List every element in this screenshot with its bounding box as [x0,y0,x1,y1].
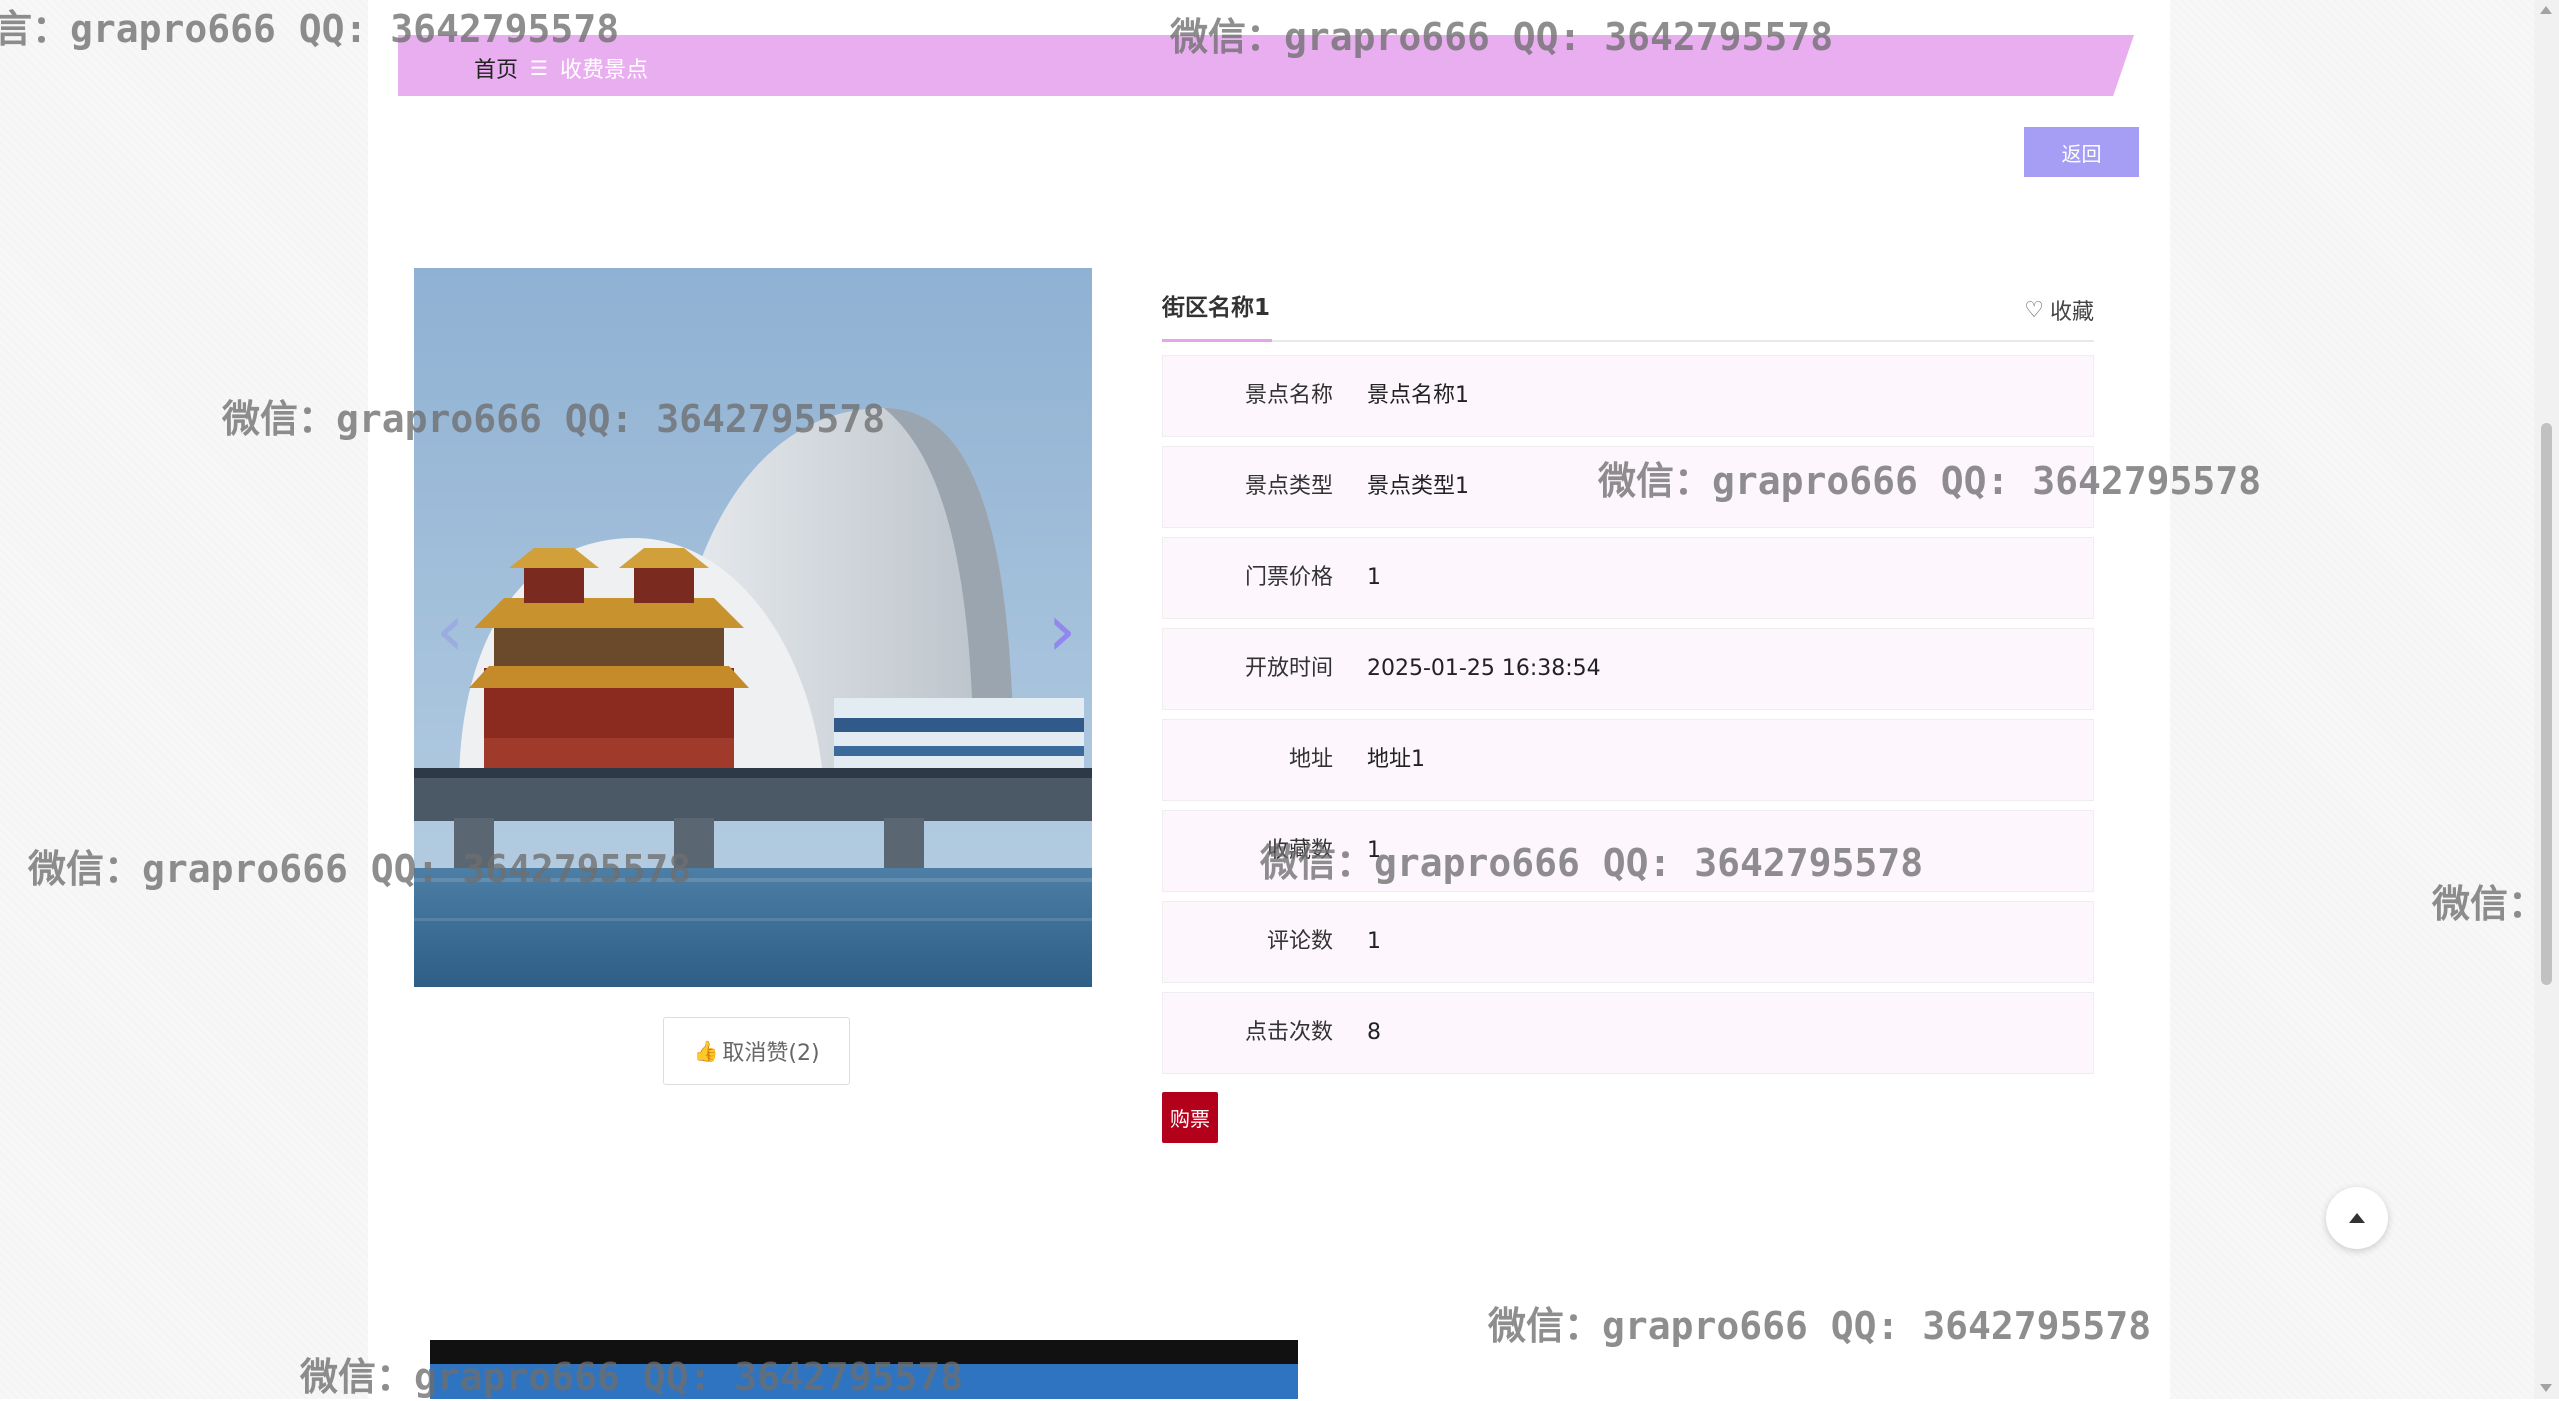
info-label: 收藏数 [1266,838,1333,863]
favorite-button[interactable]: ♡ 收藏 [2024,294,2094,326]
thumbs-up-icon: 👍 [693,1039,719,1063]
info-row-name: 景点名称 景点名称1 [1162,355,2094,437]
breadcrumb-home-link[interactable]: 首页 [474,52,518,84]
info-label: 景点类型 [1244,474,1333,499]
info-label: 地址 [1288,747,1333,772]
scroll-up-arrow-icon[interactable] [2540,6,2552,14]
info-value: 8 [1367,1020,1381,1045]
info-label: 景点名称 [1244,383,1333,408]
attraction-image-carousel[interactable] [414,268,1092,987]
info-row-comments: 评论数 1 [1162,901,2094,983]
back-to-top-button[interactable] [2326,1187,2388,1249]
info-label: 评论数 [1266,929,1333,954]
info-value: 1 [1367,565,1381,590]
info-value: 景点类型1 [1367,474,1469,499]
breadcrumb-banner [398,35,2134,96]
breadcrumb: 首页 ☰ 收费景点 [474,52,648,84]
info-row-address: 地址 地址1 [1162,719,2094,801]
footer-top-strip [430,1340,1298,1364]
back-button[interactable]: 返回 [2024,127,2139,177]
info-row-clicks: 点击次数 8 [1162,992,2094,1074]
attraction-photo [414,268,1092,987]
breadcrumb-current: 收费景点 [559,58,648,83]
like-button[interactable]: 👍 取消赞(2) [663,1017,850,1085]
detail-info-list: 景点名称 景点名称1 景点类型 景点类型1 门票价格 1 开放时间 2025-0… [1162,355,2094,1083]
caret-up-icon [2349,1213,2365,1223]
footer-bar [430,1364,1298,1399]
detail-title-row: 街区名称1 ♡ 收藏 [1162,280,2094,342]
info-row-open-time: 开放时间 2025-01-25 16:38:54 [1162,628,2094,710]
like-label: 取消赞(2) [722,1041,820,1066]
info-row-favorites: 收藏数 1 [1162,810,2094,892]
title-active-underline [1162,339,1272,342]
info-row-type: 景点类型 景点类型1 [1162,446,2094,528]
info-value: 景点名称1 [1367,383,1469,408]
carousel-next-button[interactable]: › [1042,590,1082,670]
info-row-price: 门票价格 1 [1162,537,2094,619]
info-label: 门票价格 [1244,565,1333,590]
breadcrumb-separator-icon: ☰ [530,56,548,80]
buy-ticket-button[interactable]: 购票 [1162,1092,1218,1143]
favorite-label: 收藏 [2049,300,2094,325]
page-background-left [0,0,368,1399]
carousel-prev-button[interactable]: ‹ [430,590,470,670]
heart-outline-icon: ♡ [2024,297,2044,323]
scrollbar-thumb[interactable] [2541,423,2552,985]
info-value: 地址1 [1367,747,1425,772]
info-label: 点击次数 [1244,1020,1333,1045]
info-value: 2025-01-25 16:38:54 [1367,656,1601,681]
info-value: 1 [1367,929,1381,954]
info-value: 1 [1367,838,1381,863]
scroll-down-arrow-icon[interactable] [2540,1384,2552,1392]
info-label: 开放时间 [1244,656,1333,681]
detail-title: 街区名称1 [1162,295,1271,321]
